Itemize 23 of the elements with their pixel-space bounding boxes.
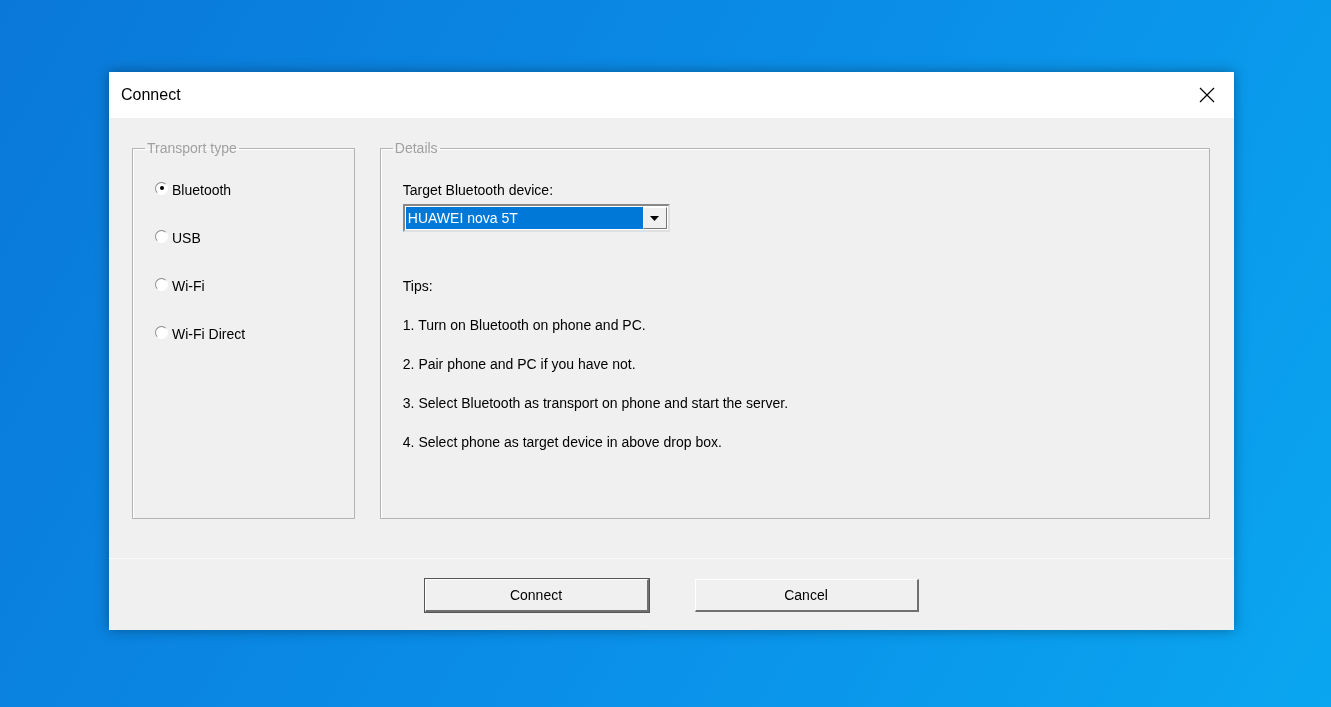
radio-button[interactable] [155, 229, 168, 243]
radio-option[interactable]: USB [155, 214, 338, 262]
radio-option[interactable]: Wi-Fi [155, 262, 338, 310]
group-label: Details [393, 140, 439, 156]
dropdown-button[interactable] [642, 207, 667, 229]
tip-text: 1. Turn on Bluetooth on phone and PC. [402, 317, 647, 333]
connect-button[interactable]: Connect [424, 579, 649, 612]
caret-icon [650, 215, 660, 221]
radio-button[interactable] [155, 181, 168, 195]
group-label: Transport type [146, 140, 238, 156]
field-label: Target Bluetooth device: [402, 182, 555, 198]
tip-text: 2. Pair phone and PC if you have not. [402, 356, 637, 372]
cancel-button[interactable]: Cancel [694, 579, 919, 612]
radio-option[interactable]: Bluetooth [155, 166, 338, 214]
device-dropdown[interactable]: HUAWEI nova 5T [402, 204, 670, 232]
window-title: Connect [121, 86, 181, 104]
tip-text: 3. Select Bluetooth as transport on phone and start the server. [402, 395, 790, 411]
radio-button[interactable] [155, 277, 168, 291]
tip-text: 4. Select phone as target device in above drop box. [402, 434, 723, 450]
tips-heading: Tips: [402, 278, 434, 294]
radio-option[interactable]: Wi-Fi Direct [155, 310, 338, 358]
radio-button[interactable] [155, 325, 168, 339]
close-icon [1199, 87, 1215, 103]
